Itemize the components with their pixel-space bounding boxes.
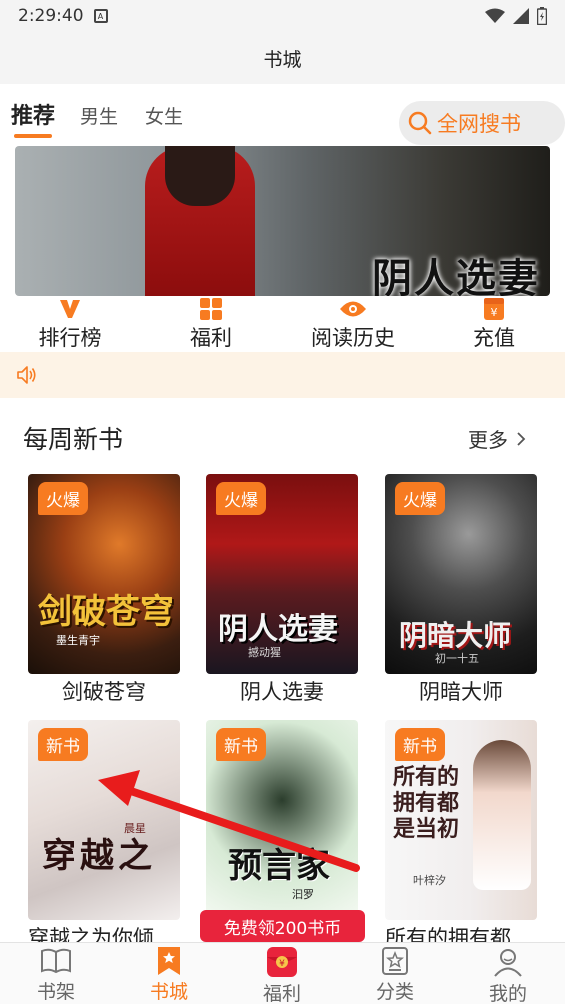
weekly-new-books-header: 每周新书 更多 xyxy=(0,418,565,458)
banner-figure-hair xyxy=(165,146,235,206)
free-coins-promo-button[interactable]: 免费领200书币 xyxy=(200,910,365,942)
search-icon xyxy=(408,111,432,135)
quick-nav: 排行榜 福利 阅读历史 ¥ 充值 xyxy=(0,298,565,352)
chevron-right-icon xyxy=(517,431,526,446)
book-open-icon xyxy=(41,948,71,974)
nav-profile[interactable]: 我的 xyxy=(458,947,558,1004)
hot-badge: 火爆 xyxy=(38,482,88,515)
search-all-books-button[interactable]: 全网搜书 xyxy=(399,101,565,145)
cover-title-art: 阴人选妻 xyxy=(218,612,338,647)
category-star-icon xyxy=(382,947,408,975)
eye-icon xyxy=(339,298,367,320)
quick-nav-recharge[interactable]: ¥ 充值 xyxy=(424,298,564,352)
hot-badge: 火爆 xyxy=(216,482,266,515)
promo-banner[interactable]: 阴人选妻 xyxy=(15,146,550,296)
notification-icon: A xyxy=(93,9,108,23)
user-icon xyxy=(494,949,522,977)
nav-label: 分类 xyxy=(375,981,414,1003)
quick-nav-label: 排行榜 xyxy=(38,326,102,350)
book-title: 阴暗大师 xyxy=(419,680,503,704)
notice-bar[interactable] xyxy=(0,352,565,398)
cover-author: 汩罗 xyxy=(292,888,314,901)
battery-icon xyxy=(537,7,547,25)
quick-nav-label: 阅读历史 xyxy=(311,326,395,350)
nav-category[interactable]: 分类 xyxy=(345,947,445,1004)
book-cover: 新书 所有的拥有都是当初 叶梓汐 xyxy=(385,720,537,920)
more-label: 更多 xyxy=(468,428,508,452)
book-cover: 新书 穿越之 晨星 xyxy=(28,720,180,920)
rank-v-icon xyxy=(59,298,81,320)
wifi-icon xyxy=(485,8,505,23)
svg-text:¥: ¥ xyxy=(491,306,498,319)
tab-female[interactable]: 女生 xyxy=(145,102,183,129)
nav-welfare[interactable]: ¥ 福利 xyxy=(232,947,332,1004)
nav-label: 福利 xyxy=(262,983,301,1004)
section-title: 每周新书 xyxy=(23,425,124,454)
nav-label: 书架 xyxy=(36,981,75,1003)
svg-text:¥: ¥ xyxy=(279,959,285,969)
cover-figure xyxy=(473,740,531,890)
grid-icon xyxy=(200,298,222,320)
new-badge: 新书 xyxy=(395,728,445,761)
quick-nav-ranking[interactable]: 排行榜 xyxy=(0,298,140,352)
nav-label: 书城 xyxy=(149,981,188,1003)
status-time: 2:29:40 xyxy=(18,6,84,26)
book-card[interactable]: 火爆 阴人选妻 撼动猩 阴人选妻 xyxy=(206,474,358,706)
active-tab-indicator xyxy=(14,134,52,138)
quick-nav-label: 福利 xyxy=(190,326,232,350)
bottom-nav: 书架 书城 ¥ 福利 分类 我的 xyxy=(0,942,565,1004)
cover-title-art: 阴暗大师 xyxy=(399,619,512,652)
cover-author: 晨星 xyxy=(124,822,146,835)
red-envelope-icon: ¥ xyxy=(267,947,297,977)
nav-label: 我的 xyxy=(488,983,527,1004)
quick-nav-history[interactable]: 阅读历史 xyxy=(283,298,423,352)
yuan-icon: ¥ xyxy=(484,298,504,320)
speaker-icon xyxy=(17,366,36,384)
quick-nav-label: 充值 xyxy=(473,326,515,350)
store-bookmark-icon xyxy=(158,947,180,975)
tab-male[interactable]: 男生 xyxy=(80,102,118,129)
book-cover: 火爆 剑破苍穹 墨生青宇 xyxy=(28,474,180,674)
book-card[interactable]: 新书 所有的拥有都是当初 叶梓汐 所有的拥有都 xyxy=(385,720,537,952)
promo-label: 免费领200书币 xyxy=(223,918,342,939)
page-title: 书城 xyxy=(263,48,302,71)
cover-title-art: 预言家 xyxy=(228,846,330,886)
book-cover: 火爆 阴人选妻 撼动猩 xyxy=(206,474,358,674)
book-card[interactable]: 新书 预言家 汩罗 xyxy=(206,720,358,922)
banner-title-art: 阴人选妻 xyxy=(372,255,540,296)
search-label: 全网搜书 xyxy=(437,112,521,136)
book-title: 剑破苍穹 xyxy=(62,680,146,704)
cover-author: 撼动猩 xyxy=(248,646,281,659)
nav-bookstore[interactable]: 书城 xyxy=(119,947,219,1004)
book-title: 阴人选妻 xyxy=(240,680,324,704)
book-cover: 新书 预言家 汩罗 xyxy=(206,720,358,920)
signal-icon xyxy=(513,8,529,24)
book-card[interactable]: 火爆 阴暗大师 初一十五 阴暗大师 xyxy=(385,474,537,706)
nav-bookshelf[interactable]: 书架 xyxy=(6,947,106,1004)
tab-recommend[interactable]: 推荐 xyxy=(11,98,55,130)
book-card[interactable]: 火爆 剑破苍穹 墨生青宇 剑破苍穹 xyxy=(28,474,180,706)
hot-badge: 火爆 xyxy=(395,482,445,515)
status-icons xyxy=(485,7,547,25)
new-badge: 新书 xyxy=(38,728,88,761)
book-cover: 火爆 阴暗大师 初一十五 xyxy=(385,474,537,674)
cover-author: 墨生青宇 xyxy=(56,634,100,647)
status-bar: 2:29:40 A xyxy=(0,0,565,32)
cover-title-art: 所有的拥有都是当初 xyxy=(393,764,460,842)
book-card[interactable]: 新书 穿越之 晨星 穿越之为你倾 xyxy=(28,720,180,952)
more-button[interactable]: 更多 xyxy=(468,424,526,453)
cover-author: 叶梓汐 xyxy=(413,874,446,887)
new-badge: 新书 xyxy=(216,728,266,761)
cover-author: 初一十五 xyxy=(435,652,479,665)
quick-nav-welfare[interactable]: 福利 xyxy=(141,298,281,352)
page-title-bar: 书城 xyxy=(0,32,565,84)
cover-title-art: 剑破苍穹 xyxy=(38,592,174,632)
